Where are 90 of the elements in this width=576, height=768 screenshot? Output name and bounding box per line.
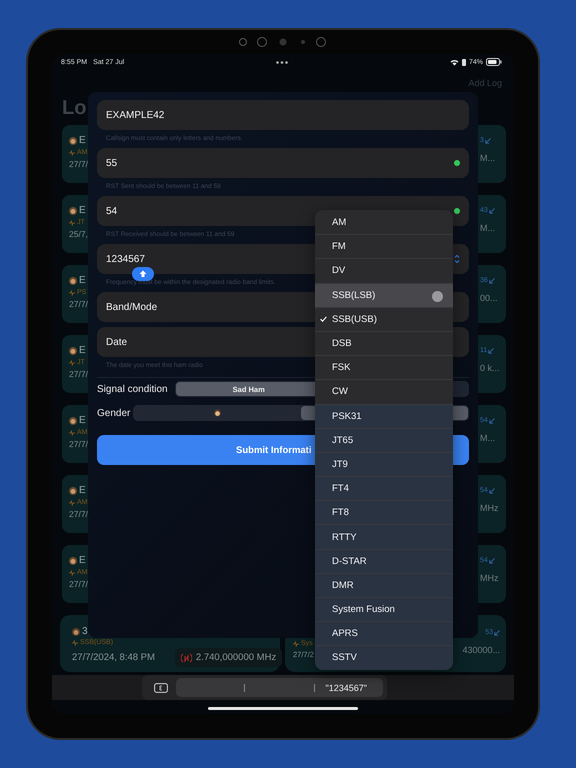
field-value: 1234567: [106, 254, 145, 264]
frequency-label: M...: [480, 153, 496, 163]
menu-item[interactable]: FT8: [315, 500, 453, 524]
log-date: 27/7/: [69, 439, 88, 449]
pulse-icon: [69, 360, 75, 366]
contact-name: E: [79, 485, 86, 496]
contact-name: E: [79, 345, 86, 356]
arrow-icon: [484, 138, 491, 144]
antenna-icon: [180, 652, 192, 662]
pulse-icon: [69, 220, 75, 226]
avatar-icon: [69, 206, 77, 214]
field-value: 55: [106, 158, 118, 168]
pointer-icon: [432, 290, 443, 302]
signal-label: Signal condition: [97, 384, 168, 394]
pulse-icon: [69, 430, 75, 436]
menu-item[interactable]: JT9: [315, 452, 453, 476]
frequency-label: MHz: [480, 573, 500, 583]
wifi-icon: [450, 58, 459, 66]
frequency-label: 0 k...: [480, 363, 501, 373]
avatar-icon: [69, 486, 77, 494]
avatar-icon: [69, 416, 77, 424]
input-field[interactable]: 55: [97, 148, 469, 178]
frequency-label: 430000...: [462, 645, 500, 655]
field-value: EXAMPLE42: [106, 110, 164, 120]
arrow-icon: [488, 348, 494, 354]
menu-item[interactable]: SSTV: [315, 645, 453, 670]
arrow-icon: [488, 558, 495, 564]
menu-item[interactable]: PSK31: [315, 404, 453, 428]
camera-icon: [238, 37, 328, 47]
menu-item[interactable]: D-STAR: [315, 548, 453, 573]
menu-item[interactable]: RTTY: [315, 524, 453, 549]
pulse-icon: [72, 640, 78, 646]
menu-item[interactable]: SSB(USB): [315, 306, 453, 331]
menu-item[interactable]: DSB: [315, 330, 453, 356]
pulse-icon: [69, 150, 75, 156]
contact-name: E: [79, 555, 86, 566]
input-field[interactable]: EXAMPLE42: [97, 100, 469, 130]
field-value: Band/Mode: [106, 302, 158, 312]
menu-item[interactable]: SSB(LSB): [315, 282, 453, 307]
frequency-label: M...: [480, 223, 496, 233]
man-icon: [214, 409, 222, 417]
frequency-label: MHz: [480, 503, 500, 513]
frequency-label: M...: [480, 433, 496, 443]
frequency-label: 2.740,000000 MHz: [196, 652, 276, 663]
more-icon[interactable]: [276, 60, 288, 64]
shift-icon: [139, 270, 147, 278]
menu-item[interactable]: System Fusion: [315, 597, 453, 622]
field-value: 54: [106, 206, 118, 216]
battery-icon: [486, 58, 502, 66]
field-value: Date: [106, 336, 128, 348]
menu-item[interactable]: FM: [315, 234, 453, 258]
menu-item[interactable]: FT4: [315, 476, 453, 500]
page-title: Lo: [62, 97, 86, 119]
arrow-icon: [488, 278, 495, 284]
pulse-icon: [293, 640, 299, 646]
contact-name: E: [79, 415, 86, 426]
arrow-icon: [488, 488, 495, 494]
arrow-icon: [488, 208, 495, 214]
menu-item[interactable]: APRS: [315, 621, 453, 646]
suggestion-text[interactable]: "1234567": [326, 682, 367, 692]
gender-label: Gender: [97, 408, 130, 418]
contact-name: E: [79, 135, 86, 146]
contact-name: 3: [82, 626, 88, 637]
avatar-icon: [69, 556, 77, 564]
cursor-handle[interactable]: [132, 267, 154, 281]
suggestion-strip[interactable]: "1234567": [176, 678, 382, 697]
avatar-icon: [72, 628, 80, 636]
log-date: 27/7/: [69, 509, 88, 519]
pulse-icon: [69, 500, 75, 506]
contact-name: E: [79, 205, 86, 216]
avatar-icon: [69, 346, 77, 354]
log-date: 27/7/: [69, 159, 88, 169]
avatar-icon: [69, 136, 77, 144]
log-date: 27/7/: [69, 369, 88, 379]
arrow-icon: [494, 630, 500, 636]
menu-item[interactable]: JT65: [315, 428, 453, 452]
log-date: 27/7/: [69, 579, 88, 589]
arrow-icon: [488, 418, 495, 424]
log-date: 25/7,: [69, 229, 88, 239]
keyboard-icon[interactable]: [154, 682, 168, 692]
contact-name: E: [79, 275, 86, 286]
menu-item[interactable]: DMR: [315, 572, 453, 597]
frequency-label: 00...: [480, 293, 499, 303]
chevron-updown-icon[interactable]: [454, 254, 460, 264]
avatar-icon: [69, 276, 77, 284]
log-date: 27/7/: [69, 299, 88, 309]
menu-item[interactable]: FSK: [315, 355, 453, 380]
log-date: 27/7/2024, 8:48 PM: [72, 652, 155, 663]
pulse-icon: [69, 290, 75, 296]
pulse-icon: [69, 570, 75, 576]
